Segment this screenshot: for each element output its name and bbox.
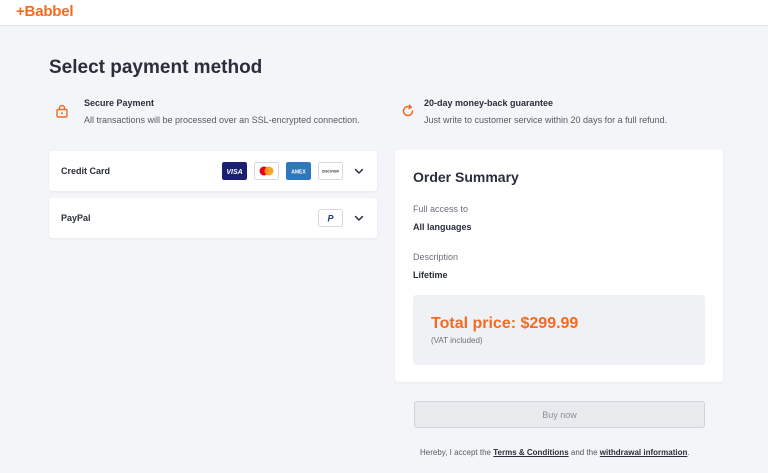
secure-payment-description: All transactions will be processed over … [84,115,360,125]
babbel-logo[interactable]: +Babbel [16,3,74,20]
legal-notice: Hereby, I accept the Terms & Conditions … [420,448,690,457]
svg-text:AMEX: AMEX [291,170,306,176]
payment-option-paypal[interactable]: PayPal P [49,198,377,238]
amex-icon: AMEX [286,162,311,180]
money-back-title: 20-day money-back guarantee [424,98,554,108]
vat-note: (VAT included) [431,336,483,345]
legal-middle: and the [568,448,600,457]
access-value: All languages [413,222,472,232]
access-label: Full access to [413,204,469,214]
legal-suffix: . [687,448,690,457]
chevron-down-icon[interactable] [353,212,365,224]
refresh-icon [402,104,414,117]
visa-icon: VISA [222,162,247,180]
secure-payment-title: Secure Payment [84,98,155,108]
svg-text:P: P [327,214,334,224]
page-title: Select payment method [49,57,263,78]
terms-conditions-link[interactable]: Terms & Conditions [493,448,568,457]
paypal-label: PayPal [61,213,91,223]
withdrawal-information-link[interactable]: withdrawal information [600,448,688,457]
lock-icon [56,104,68,118]
top-bar: +Babbel [0,0,768,26]
total-price-box: Total price: $299.99 (VAT included) [413,295,705,365]
order-summary-title: Order Summary [413,169,519,185]
svg-text:VISA: VISA [226,169,242,176]
credit-card-label: Credit Card [61,166,111,176]
description-value: Lifetime [413,270,448,280]
svg-text:DISCOVER: DISCOVER [322,170,339,174]
payment-option-credit-card[interactable]: Credit Card VISA AMEX DISCOVER [49,151,377,191]
discover-icon: DISCOVER [318,162,343,180]
legal-prefix: Hereby, I accept the [420,448,494,457]
description-label: Description [413,252,459,262]
mastercard-icon [254,162,279,180]
buy-now-button[interactable]: Buy now [414,401,705,428]
order-summary-panel: Order Summary Full access to All languag… [395,150,723,382]
chevron-down-icon[interactable] [353,165,365,177]
paypal-icon: P [318,209,343,227]
money-back-description: Just write to customer service within 20… [424,115,668,125]
total-price: Total price: $299.99 [431,315,579,332]
